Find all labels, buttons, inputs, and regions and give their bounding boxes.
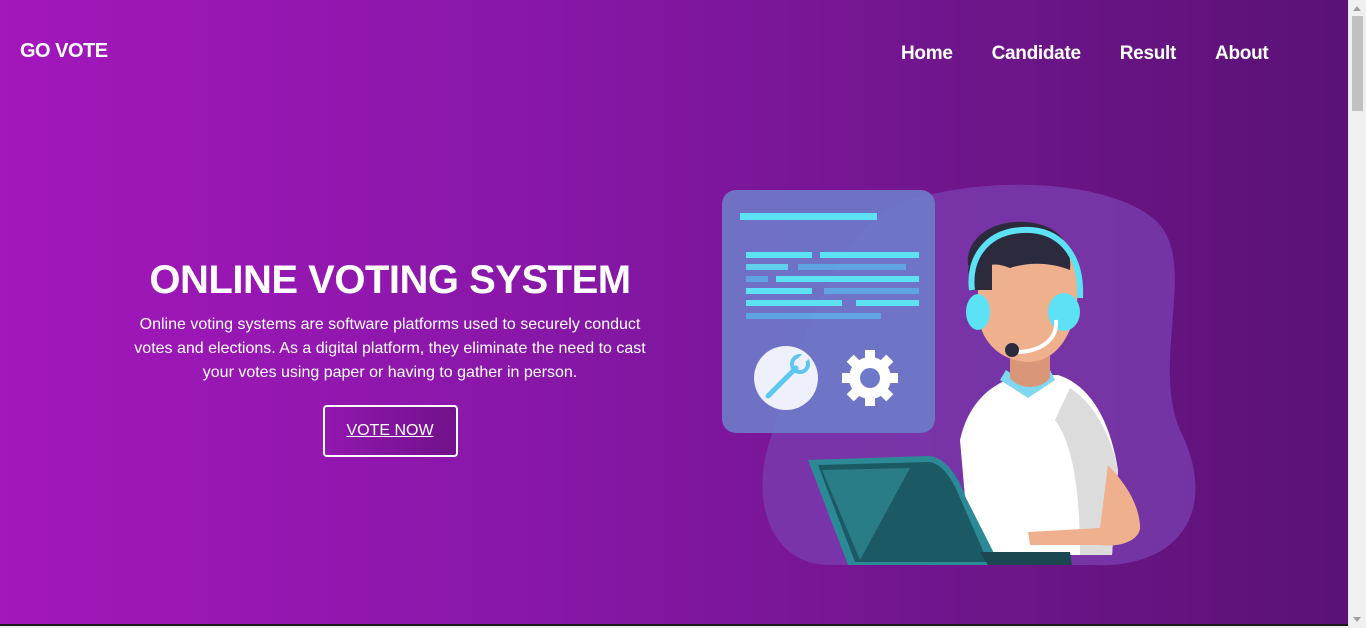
- hero-description: Online voting systems are software platf…: [134, 316, 646, 381]
- vote-now-button[interactable]: VOTE NOW: [322, 405, 458, 457]
- vertical-scrollbar[interactable]: [1348, 0, 1366, 628]
- main-nav: Home Candidate Result About: [901, 43, 1307, 65]
- hero-title: ONLINE VOTING SYSTEM: [149, 258, 631, 302]
- nav-home[interactable]: Home: [901, 43, 953, 65]
- document-panel: [722, 190, 935, 433]
- hero-text: ONLINE VOTING SYSTEM Online voting syste…: [126, 255, 654, 457]
- brand-logo[interactable]: GO VOTE: [20, 40, 108, 63]
- scroll-down-icon[interactable]: [1353, 617, 1361, 622]
- bottom-divider: [0, 624, 1349, 626]
- scroll-up-icon[interactable]: [1353, 6, 1361, 11]
- support-agent-illustration: [722, 184, 1196, 566]
- wrench-icon: [754, 346, 818, 410]
- nav-candidate[interactable]: Candidate: [992, 43, 1081, 65]
- hero-section: GO VOTE Home Candidate Result About ONLI…: [0, 0, 1349, 626]
- nav-about[interactable]: About: [1215, 43, 1269, 65]
- gear-icon: [842, 350, 898, 406]
- scroll-thumb[interactable]: [1352, 16, 1363, 111]
- nav-result[interactable]: Result: [1120, 43, 1177, 65]
